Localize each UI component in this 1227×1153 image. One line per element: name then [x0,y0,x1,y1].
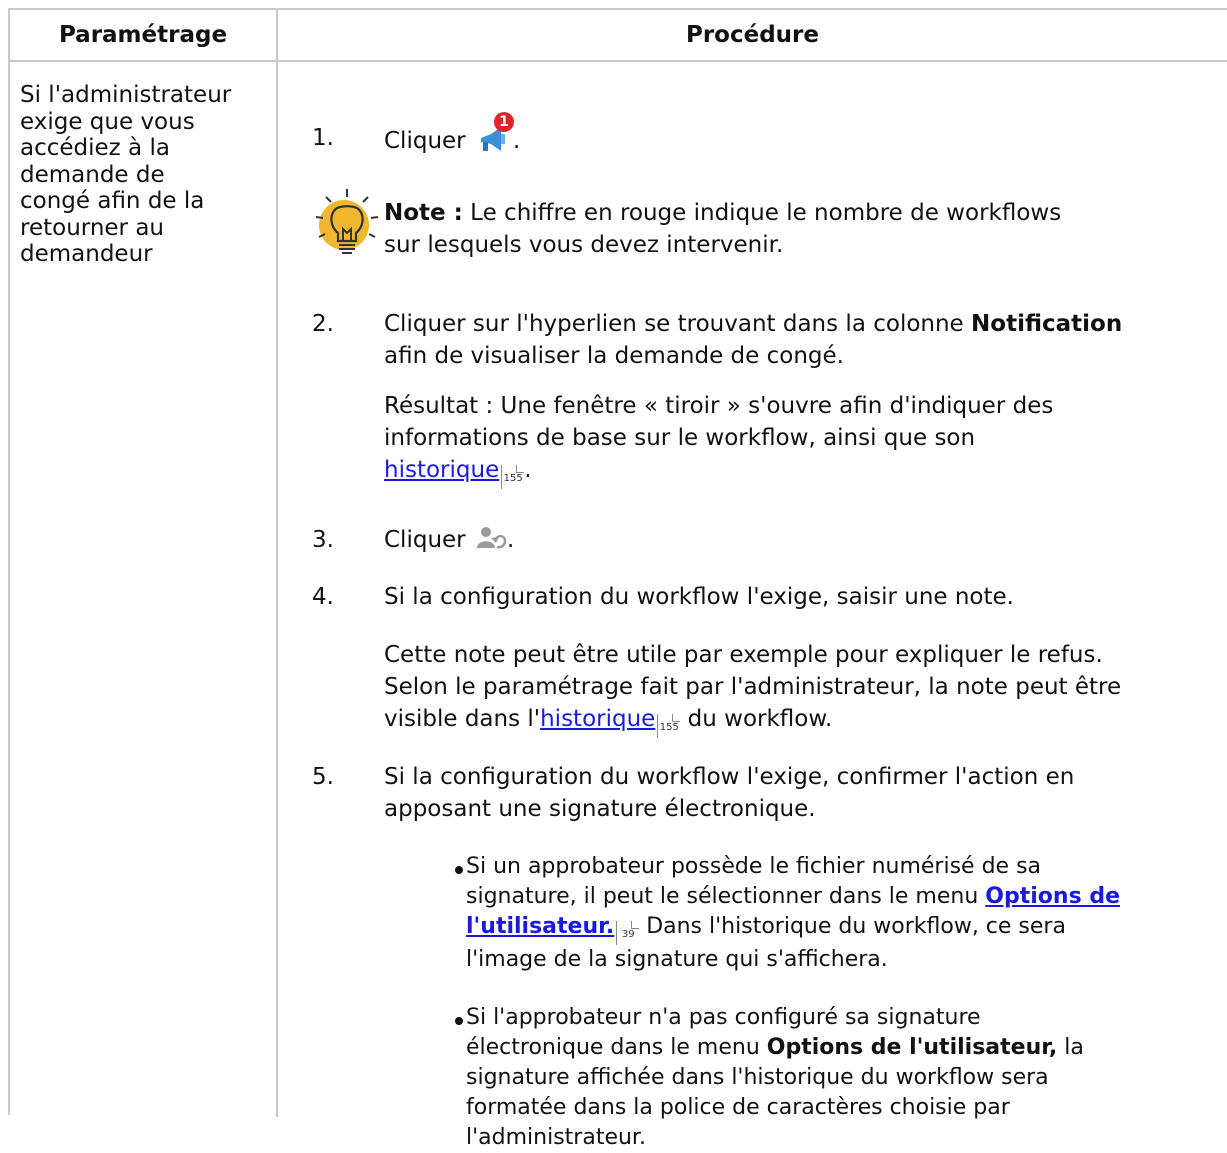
param-line: congé afin de la [20,188,205,214]
step-number: 5. [312,764,334,790]
bullet-2-line5: l'administrateur. [466,1125,646,1150]
result-line1: Résultat : Une fenêtre « tiroir » s'ouvr… [384,393,1054,419]
procedure-cell: 1. Cliquer 1 . Note: Le chiffre en roug… [278,62,1227,1150]
bullet-1-line2: signature, il peut le sélectionner dans … [466,884,986,909]
result-line2: informations de base sur le workflow, ai… [384,425,976,451]
header-procedure: Procédure [685,22,819,48]
table-header-row: Paramétrage Procédure [10,10,1227,62]
notification-column-label: Notification [971,311,1123,337]
bullet-2: Si l'approbateur n'a pas configuré sa si… [466,1003,1226,1153]
bullet-1-line4: l'image de la signature qui s'affichera. [466,947,888,972]
param-line: demandeur [20,241,153,267]
step-4-para-end: du workflow. [680,706,833,732]
user-return-icon[interactable] [476,526,507,550]
options-utilisateur-link-cont[interactable]: l'utilisateur. [466,914,614,939]
megaphone-notification-icon[interactable]: 1 [477,112,514,154]
bullet-2-line2: électronique dans le menu [466,1035,767,1060]
bullet-2-line3: signature affichée dans l'historique du … [466,1065,1049,1090]
param-line: Si l'administrateur [20,82,232,108]
bullet-1-line3: Dans l'historique du workflow, ce sera [639,914,1066,939]
note-label: Note : [384,200,463,226]
bullet-2-line4: formatée dans la police de caractères ch… [466,1095,1010,1120]
step-4-para-line2: Selon le paramétrage fait par l'administ… [384,674,1122,700]
page-reference[interactable]: 155 [501,465,525,489]
step-4-para-line1: Cette note peut être utile par exemple p… [384,642,1103,668]
step-number: 2. [312,311,334,337]
result-end: . [524,457,532,483]
note-text: Le chiffre en rouge indique le nombre de… [470,200,1062,226]
page-reference[interactable]: 155 [657,714,681,738]
step-1: 1. Cliquer 1 . [278,112,1218,162]
step-number: 4. [312,584,334,610]
bullet-2-line2-end: la [1057,1035,1084,1060]
bullet-1-line1: Si un approbateur possède le fichier num… [466,854,1042,879]
step-2-text-line2: afin de visualiser la demande de congé. [384,343,844,369]
note-text-line2: sur lesquels vous devez intervenir. [384,232,784,258]
param-line: exige que vous [20,108,195,135]
step-3-text: Cliquer [384,527,466,553]
param-line: accédiez à la [20,135,170,161]
historique-link[interactable]: historique [540,706,655,732]
bullet-dot [455,866,463,874]
step-1-text: Cliquer [384,128,466,154]
step-4-para-line3: visible dans l' [384,706,541,732]
bullet-dot [455,1017,463,1025]
parametrage-cell: Si l'administrateur exige que vous accéd… [20,82,270,268]
procedure-table: Paramétrage Procédure Si l'administrateu… [8,8,1227,1150]
header-parametrage: Paramétrage [58,22,228,48]
step-5-text: Si la configuration du workflow l'exige,… [384,764,1075,790]
options-utilisateur-label: Options de l'utilisateur, [766,1035,1058,1060]
notification-badge: 1 [493,112,514,132]
lightbulb-note-icon [8,197,9,198]
step-number: 3. [312,527,334,553]
step-number: 1. [312,125,334,151]
step-4-text: Si la configuration du workflow l'exige,… [384,584,1014,610]
step-1-end: . [512,128,521,154]
note-block: Note : Le chiffre en rouge indique le no… [278,189,1218,277]
options-utilisateur-link[interactable]: Options de [985,884,1120,909]
bullet-1: Si un approbateur possède le fichier num… [466,852,1226,975]
param-line: demande de [20,161,165,188]
lightbulb-icon [315,189,379,254]
param-line: retourner au [20,214,164,241]
step-2-text: Cliquer sur l'hyperlien se trouvant dans… [384,311,964,337]
historique-link[interactable]: historique [384,457,499,483]
step-3-end: . [506,527,515,553]
bullet-2-line1: Si l'approbateur n'a pas configuré sa si… [466,1005,981,1030]
page-reference[interactable]: 39 [616,921,640,945]
step-5-text-line2: apposant une signature électronique. [384,796,816,822]
step-3: 3. Cliquer . [278,524,1218,560]
